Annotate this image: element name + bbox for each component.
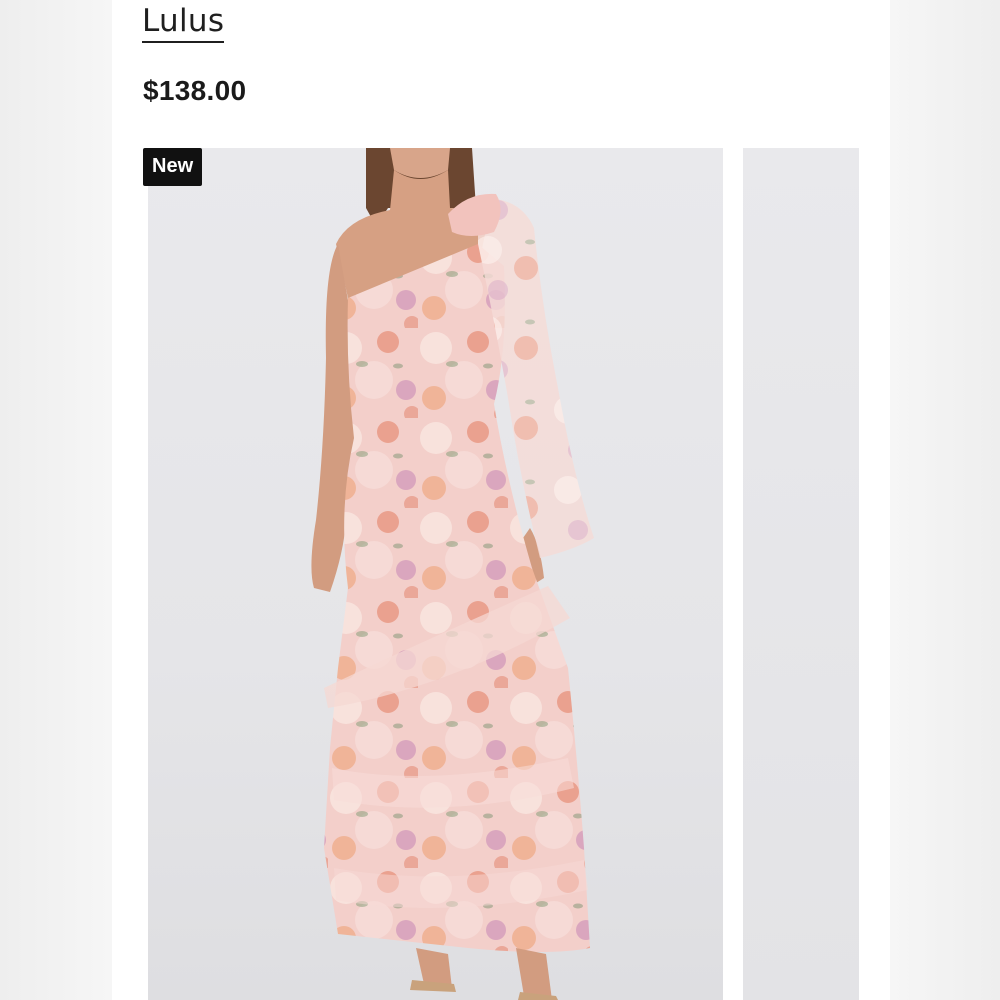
dress-illustration: [311, 148, 594, 1000]
product-price: $138.00: [143, 75, 247, 106]
new-badge: New: [143, 148, 203, 186]
brand-link[interactable]: Lulus: [142, 2, 225, 43]
product-listing-panel: Lulus $138.00 New: [112, 0, 890, 1000]
background-blur-right: [890, 0, 1000, 1000]
product-main-image[interactable]: [148, 148, 723, 1000]
background-blur-left: [0, 0, 112, 1000]
screen: Lulus $138.00 New: [0, 0, 1000, 1000]
next-gallery-image[interactable]: [743, 148, 859, 1000]
